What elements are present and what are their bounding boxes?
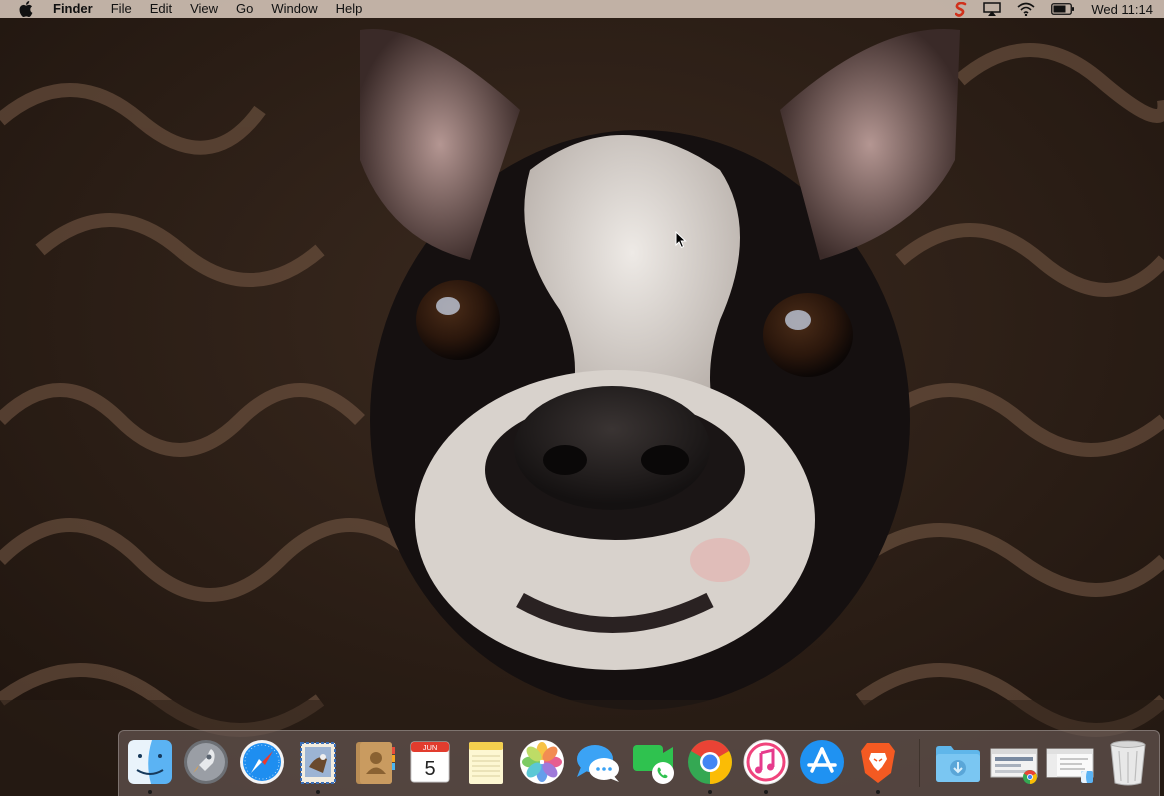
safari-icon [240, 740, 284, 784]
mail-icon [300, 742, 336, 784]
finder-icon [128, 740, 172, 784]
contacts-icon [356, 742, 395, 784]
dock-itunes[interactable] [741, 737, 791, 789]
dock-notes[interactable] [461, 737, 511, 789]
brave-icon [861, 743, 895, 783]
menu-window[interactable]: Window [262, 0, 326, 18]
desktop-wallpaper [0, 0, 1164, 796]
dock-safari[interactable] [237, 737, 287, 789]
chrome-icon [688, 740, 732, 784]
dock-minimized-chrome-window[interactable] [989, 737, 1039, 789]
menubar-clock[interactable]: Wed 11:14 [1091, 2, 1153, 17]
dock-messages[interactable] [573, 737, 623, 789]
dock-contacts[interactable] [349, 737, 399, 789]
menu-file[interactable]: File [102, 0, 141, 18]
app-store-icon [800, 740, 844, 784]
notes-icon [469, 742, 503, 784]
menu-view[interactable]: View [181, 0, 227, 18]
wifi-icon[interactable] [1017, 0, 1035, 18]
dock-downloads[interactable] [933, 737, 983, 789]
dock-trash[interactable] [1103, 737, 1153, 789]
battery-icon[interactable] [1051, 0, 1075, 18]
dock-separator [919, 739, 920, 787]
dock-photos[interactable] [517, 737, 567, 789]
itunes-icon [743, 739, 789, 785]
dock: JUN 5 [118, 730, 1160, 796]
dock-mail[interactable] [293, 737, 343, 789]
trash-icon [1110, 740, 1146, 786]
menu-go[interactable]: Go [227, 0, 262, 18]
photos-icon [520, 740, 564, 784]
mouse-pointer-icon [675, 230, 687, 249]
dock-brave[interactable] [853, 737, 903, 789]
menu-app-name[interactable]: Finder [53, 0, 102, 18]
airplay-icon[interactable] [983, 0, 1002, 18]
minimized-chrome-window-icon [990, 748, 1038, 784]
dock-facetime[interactable] [629, 737, 679, 789]
dock-finder[interactable] [125, 737, 175, 789]
dock-minimized-finder-window[interactable] [1045, 737, 1095, 789]
dock-app-store[interactable] [797, 737, 847, 789]
downloads-folder-icon [936, 746, 980, 782]
calendar-month: JUN [423, 743, 438, 752]
calendar-icon: JUN 5 [410, 741, 450, 783]
minimized-finder-window-icon [1046, 748, 1094, 783]
messages-icon [577, 745, 619, 782]
menu-help[interactable]: Help [327, 0, 372, 18]
launchpad-icon [184, 740, 228, 784]
dock-calendar[interactable]: JUN 5 [405, 737, 455, 789]
dock-launchpad[interactable] [181, 737, 231, 789]
skitch-icon[interactable] [955, 0, 967, 18]
apple-menu-icon[interactable] [19, 1, 35, 17]
calendar-day: 5 [424, 758, 435, 780]
menu-edit[interactable]: Edit [141, 0, 181, 18]
menu-bar: Finder File Edit View Go Window Help Wed… [0, 0, 1164, 18]
facetime-icon [633, 745, 674, 784]
dock-chrome[interactable] [685, 737, 735, 789]
